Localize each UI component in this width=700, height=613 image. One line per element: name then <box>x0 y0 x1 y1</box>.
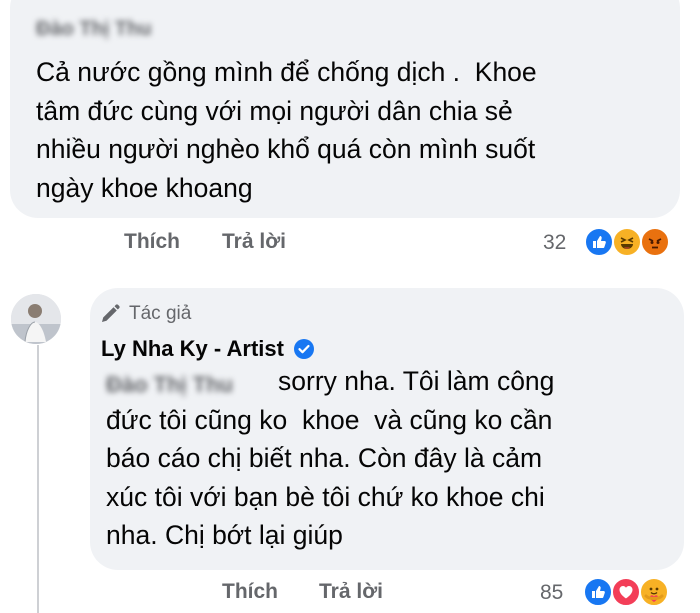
like-icon[interactable] <box>584 227 614 257</box>
like-button[interactable]: Thích <box>222 580 278 604</box>
reply-button[interactable]: Trả lời <box>319 580 383 604</box>
thread-line <box>37 345 39 613</box>
comment-author-name[interactable]: Đào Thị Thu <box>36 18 152 41</box>
reply-button[interactable]: Trả lời <box>222 230 286 254</box>
pencil-icon <box>102 304 120 322</box>
haha-icon[interactable] <box>612 227 642 257</box>
author-badge-label: Tác giả <box>129 303 192 324</box>
comment-text: Cả nước gồng mình để chống dịch . Khoe t… <box>36 57 537 203</box>
reaction-count[interactable]: 85 <box>540 581 563 605</box>
reaction-count[interactable]: 32 <box>543 231 566 255</box>
angry-icon[interactable] <box>640 227 670 257</box>
reply-author-name[interactable]: Ly Nha Ky - Artist <box>101 336 284 362</box>
author-badge: Tác giả <box>99 303 191 325</box>
verified-badge-icon <box>293 339 314 359</box>
reply-author[interactable]: Ly Nha Ky - Artist <box>101 336 315 362</box>
care-icon[interactable] <box>639 577 669 607</box>
love-icon[interactable] <box>611 577 641 607</box>
avatar[interactable] <box>11 294 61 344</box>
like-button[interactable]: Thích <box>124 230 180 254</box>
reply-text: sorry nha. Tôi làm công đức tôi cũng ko … <box>106 366 555 550</box>
like-icon[interactable] <box>583 577 613 607</box>
